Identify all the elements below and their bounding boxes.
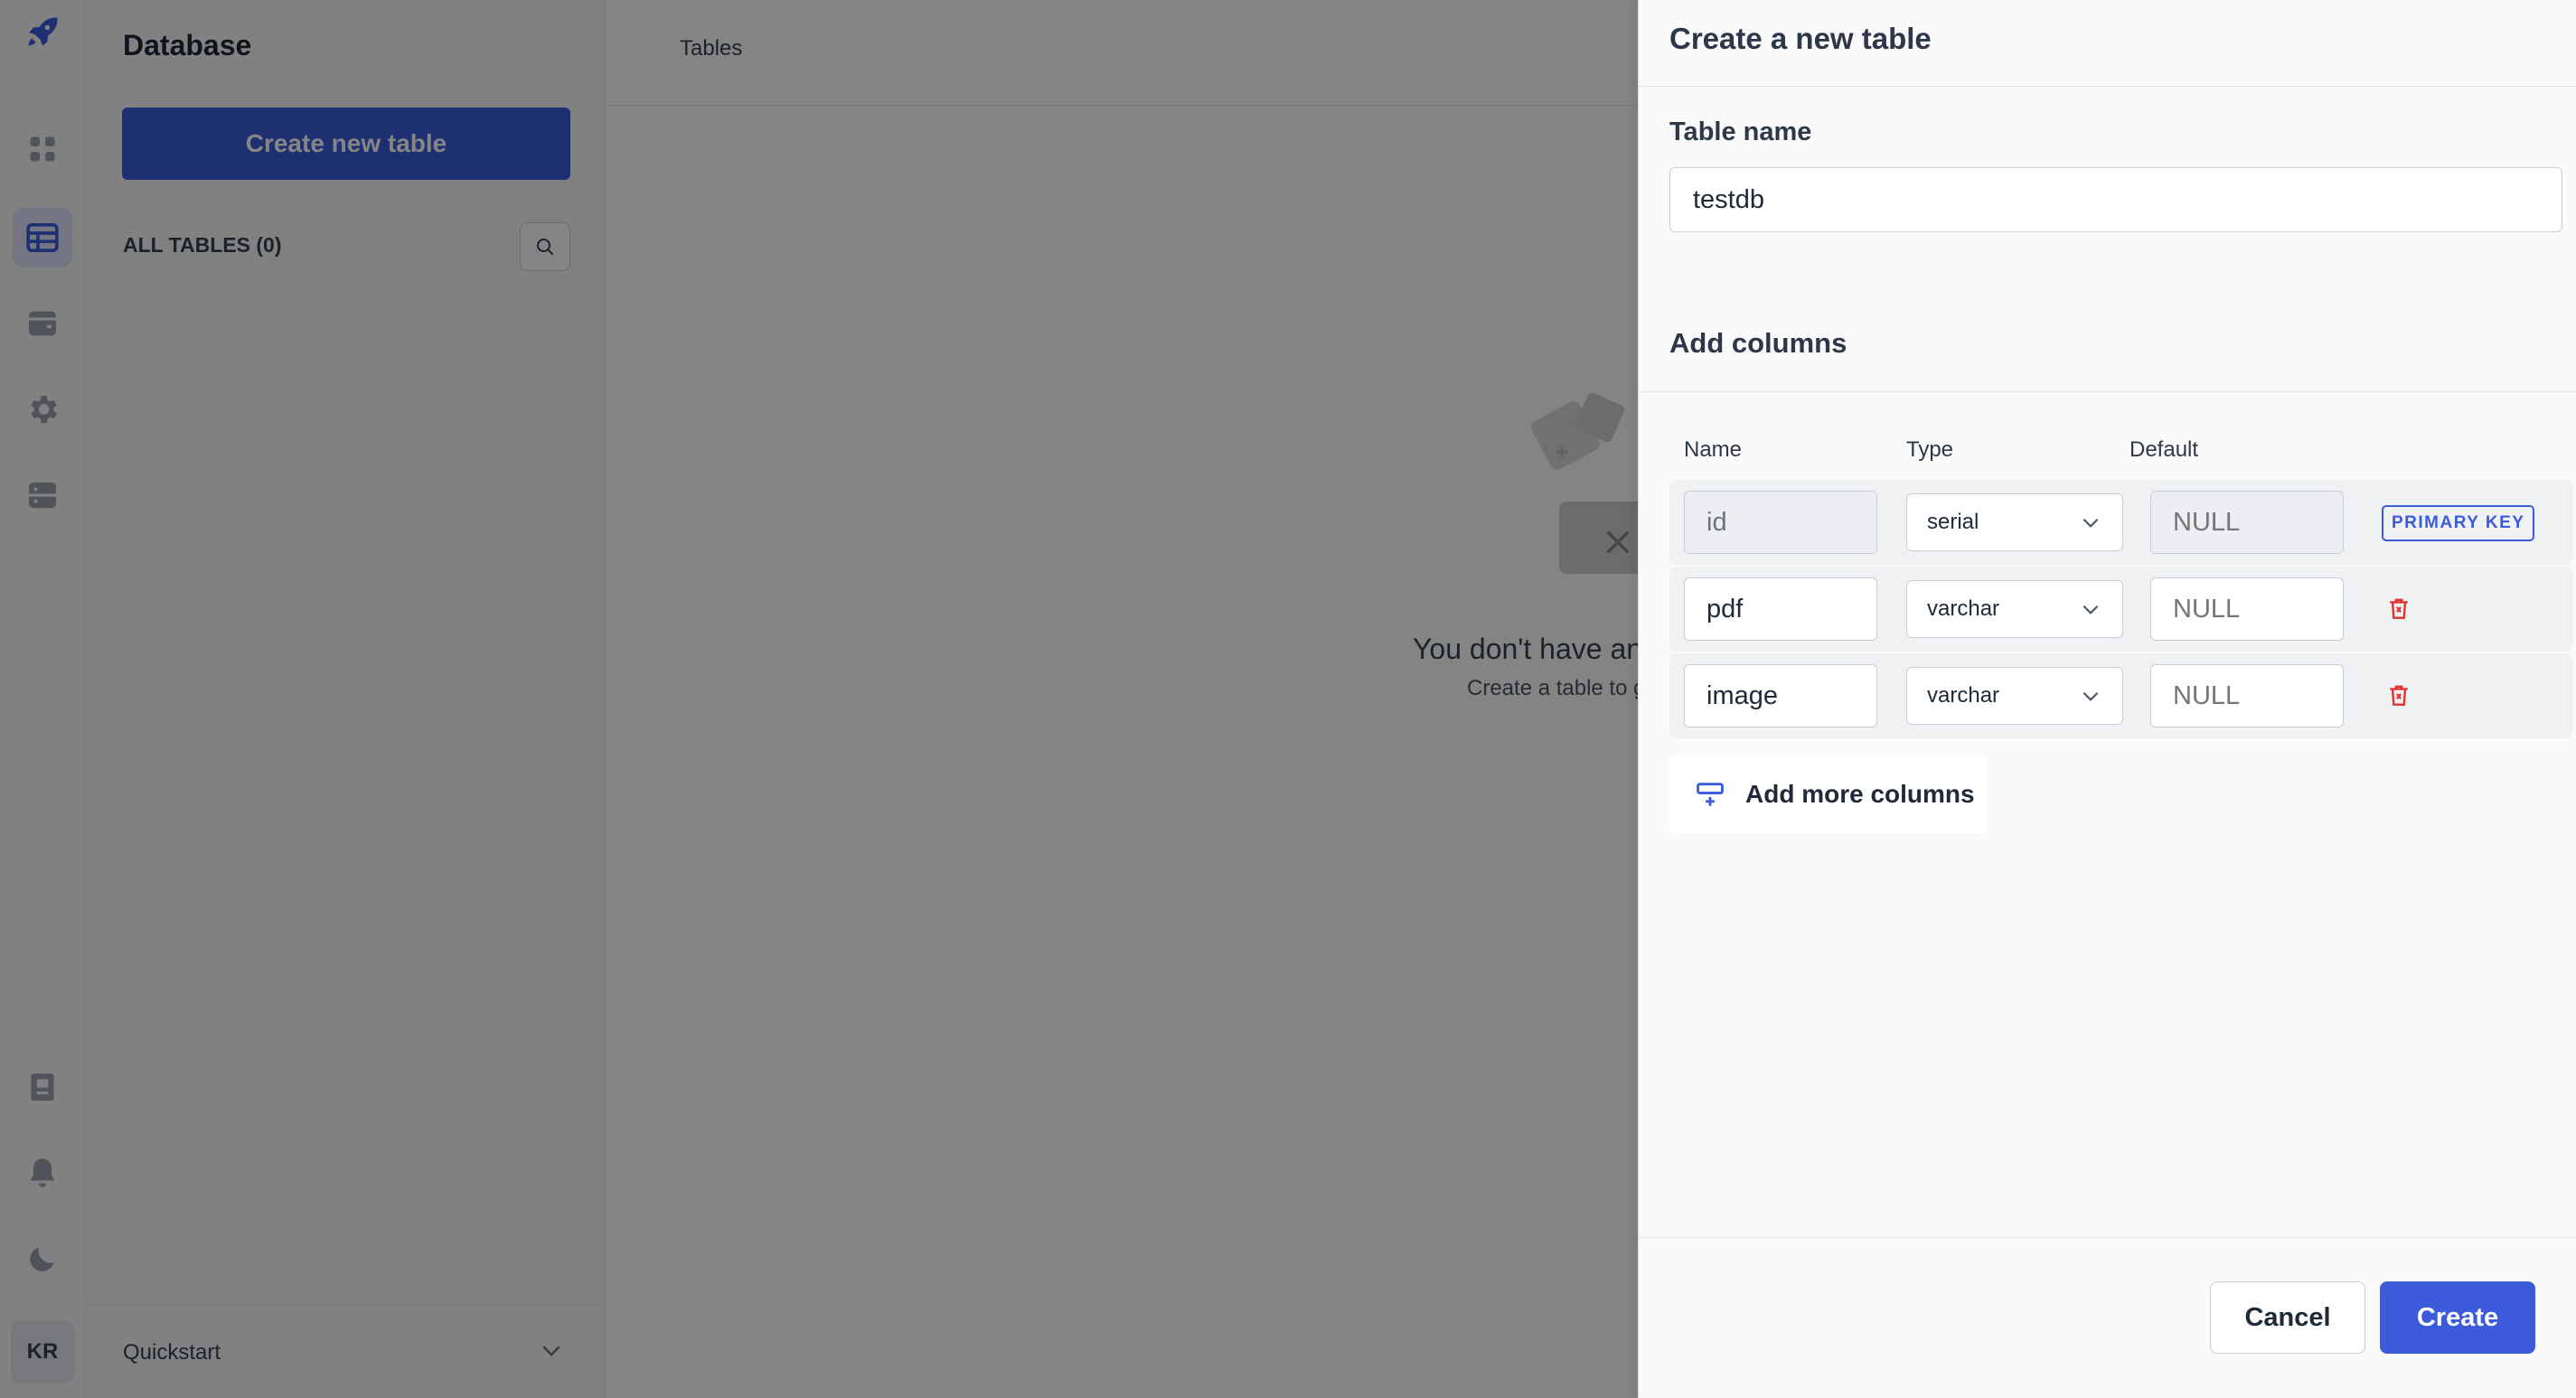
chevron-down-icon (2082, 605, 2099, 615)
chevron-down-icon (2082, 691, 2099, 701)
add-more-columns-label: Add more columns (1745, 780, 1975, 808)
column-name-input (1684, 491, 1877, 554)
column-name-input[interactable] (1684, 577, 1877, 641)
column-row: varchar (1669, 653, 2573, 738)
column-default-input[interactable] (2150, 664, 2344, 727)
column-header-default: Default (2129, 437, 2199, 462)
table-name-input[interactable] (1669, 167, 2562, 232)
column-type-select[interactable]: serial (1906, 493, 2123, 551)
column-type-value: serial (1927, 510, 1979, 534)
create-button[interactable]: Create (2380, 1281, 2535, 1354)
trash-icon (2390, 598, 2408, 619)
column-header-type: Type (1906, 437, 1954, 462)
column-default-input (2150, 491, 2344, 554)
column-header-name: Name (1684, 437, 1743, 462)
divider (1639, 1237, 2576, 1238)
divider (1639, 391, 2576, 392)
delete-column-button[interactable] (2383, 594, 2414, 624)
drawer-title: Create a new table (1669, 22, 1932, 55)
column-type-select[interactable]: varchar (1906, 667, 2123, 725)
column-type-select[interactable]: varchar (1906, 580, 2123, 638)
modal-overlay[interactable] (0, 0, 1638, 1398)
create-table-drawer: Create a new table Table name Add column… (1638, 0, 2576, 1398)
column-type-value: varchar (1927, 683, 2000, 708)
column-row: serial PRIMARY KEY (1669, 480, 2573, 565)
add-column-icon (1697, 783, 1724, 806)
column-name-input[interactable] (1684, 664, 1877, 727)
table-name-label: Table name (1669, 117, 1812, 146)
chevron-down-icon (2082, 518, 2099, 528)
add-columns-label: Add columns (1669, 327, 1847, 359)
primary-key-badge: PRIMARY KEY (2382, 505, 2535, 541)
add-more-columns-button[interactable]: Add more columns (1669, 755, 1988, 833)
trash-icon (2390, 685, 2408, 706)
column-default-input[interactable] (2150, 577, 2344, 641)
divider (1639, 86, 2576, 87)
column-row: varchar (1669, 567, 2573, 652)
cancel-button[interactable]: Cancel (2210, 1281, 2365, 1354)
column-type-value: varchar (1927, 596, 2000, 621)
delete-column-button[interactable] (2383, 680, 2414, 711)
